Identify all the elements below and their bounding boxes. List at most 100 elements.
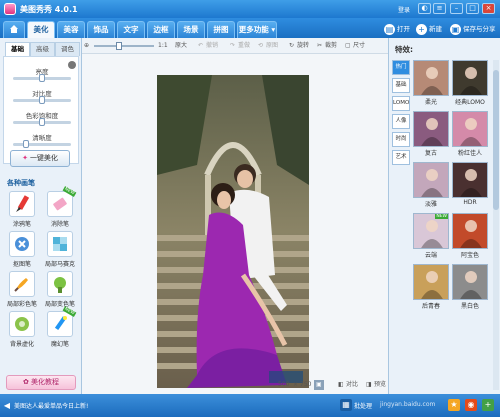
tab-home[interactable] [3,21,25,38]
tool-local-recolor-pen[interactable]: 局部变色笔 [43,271,77,308]
zoom-icon[interactable]: ⊕ [84,41,89,51]
restore-icon[interactable]: ⟲ [258,41,263,51]
sharpness-slider-thumb[interactable] [23,140,29,148]
crop-icon[interactable]: ✂ [317,41,322,51]
effect-elegant[interactable]: 淡雅 [413,162,449,208]
title-bar: 美图秀秀 4.0.1 登录 ◐ ≡ – □ × [0,0,500,18]
effect-vintage[interactable]: 复古 [413,111,449,157]
zoom-slider[interactable] [94,42,154,50]
original-size-icon[interactable]: 1:1 [158,41,168,51]
contrast-slider-thumb[interactable] [39,96,45,104]
subtab-advanced[interactable]: 高级 [30,42,55,56]
tab-collage[interactable]: 拼图 [207,21,235,38]
effect-post-youth[interactable]: 后青春 [413,264,449,310]
beautify-tutorial-button[interactable]: ✿ 美化教程 [6,375,76,390]
saturation-slider[interactable] [13,118,71,126]
tab-beautify[interactable]: 美化 [27,21,55,38]
pen-icon [9,191,35,217]
compare-button[interactable]: 对比 [346,380,358,390]
star-icon[interactable]: ★ [448,399,460,411]
maximize-icon[interactable]: □ [466,3,479,14]
category-lomo[interactable]: LOMO [392,96,410,111]
effects-scrollbar-thumb[interactable] [493,70,499,210]
tool-cutout-pen[interactable]: 抠图笔 [5,231,39,268]
minimize-icon[interactable]: – [450,3,463,14]
skin-icon[interactable]: ◐ [418,3,431,14]
effect-thumb-figure-head [426,118,438,130]
crop-button[interactable]: 裁剪 [325,41,337,51]
effects-scrollbar[interactable] [493,60,499,390]
blur-background-icon [9,311,35,337]
effect-classic-lomo[interactable]: 经典LOMO [452,60,488,106]
tool-background-blur[interactable]: 背景虚化 [5,311,39,348]
brightness-slider[interactable] [13,74,71,82]
tool-eraser-pen[interactable]: NEW 消除笔 [43,186,77,228]
effect-abao[interactable]: 阿宝色 [452,213,488,259]
tab-text[interactable]: 文字 [117,21,145,38]
effect-thumbnail: NEW [413,213,449,249]
tab-frames[interactable]: 边框 [147,21,175,38]
preview-icon[interactable]: ◨ [366,380,372,390]
category-fashion[interactable]: 时尚 [392,132,410,147]
sparkle-icon: ✦ [22,154,28,162]
effect-thumbnail [452,60,488,96]
open-button[interactable]: ▤ 打开 [384,22,410,36]
one-click-beautify-button[interactable]: ✦ 一键美化 [10,150,70,167]
rotate-icon[interactable]: ↻ [289,41,294,51]
tutorial-label: 美化教程 [31,378,60,386]
photo-preview[interactable] [157,75,309,388]
sharpness-slider[interactable] [13,140,71,148]
plus-icon: + [416,23,427,35]
new-button[interactable]: + 新建 [416,22,442,36]
effect-cloud[interactable]: NEW 云端 [413,213,449,259]
tab-scenes[interactable]: 场景 [177,21,205,38]
save-share-button[interactable]: ▣ 保存与分享 [450,22,496,36]
category-art[interactable]: 艺术 [392,150,410,165]
tool-magic-pen[interactable]: NEW 魔幻笔 [43,306,77,348]
category-hot[interactable]: 热门 [392,60,410,75]
brightness-slider-thumb[interactable] [39,74,45,82]
share-icon[interactable]: ◉ [465,399,477,411]
preview-button[interactable]: 预览 [374,380,386,390]
category-basic[interactable]: 基础 [392,78,410,93]
effect-hdr[interactable]: HDR [452,162,488,206]
zoom-slider-thumb[interactable] [116,42,122,50]
effect-black-white[interactable]: 黑白色 [452,264,488,310]
tool-local-mosaic[interactable]: 局部马赛克 [43,231,77,268]
close-icon[interactable]: × [482,3,495,14]
resize-icon[interactable]: ▢ [345,41,351,51]
subtab-basic[interactable]: 基础 [5,42,30,56]
undo-button[interactable]: 撤销 [206,41,218,51]
login-link[interactable]: 登录 [398,5,410,14]
tool-local-color-pen[interactable]: 局部彩色笔 [5,271,39,308]
rotate-button[interactable]: 旋转 [297,41,309,51]
tab-beauty[interactable]: 美容 [57,21,85,38]
effect-soft-light[interactable]: 柔光 [413,60,449,106]
new-badge: NEW [435,214,448,219]
mosaic-icon [47,231,73,257]
batch-icon[interactable]: ▦ [340,399,352,411]
resize-button[interactable]: 尺寸 [353,41,365,51]
tool-doodle-pen[interactable]: 涂鸦笔 [5,191,39,228]
category-portrait[interactable]: 人像 [392,114,410,129]
compare-icon[interactable]: ◧ [338,380,344,390]
effect-label: 云端 [424,252,437,259]
tab-accessories[interactable]: 饰品 [87,21,115,38]
effect-thumbnail [413,264,449,300]
tab-more-features[interactable]: 更多功能 ▾ [237,21,277,38]
subtab-color[interactable]: 调色 [55,42,80,56]
original-size-button[interactable]: 原大 [175,41,187,51]
add-icon[interactable]: + [482,399,494,411]
saturation-slider-thumb[interactable] [39,118,45,126]
menu-icon[interactable]: ≡ [433,3,446,14]
undo-icon[interactable]: ↶ [198,41,203,51]
redo-button[interactable]: 重做 [238,41,250,51]
status-message[interactable]: 美图达人最爱单品今日上新! [14,401,88,410]
restore-button[interactable]: 原图 [266,41,278,51]
effect-pink-lady[interactable]: 粉红佳人 [452,111,488,157]
new-label: 新建 [429,25,442,33]
redo-icon[interactable]: ↷ [230,41,235,51]
contrast-slider[interactable] [13,96,71,104]
batch-button[interactable]: 批处理 [354,401,372,410]
sparkle-icon: ✿ [22,378,32,386]
